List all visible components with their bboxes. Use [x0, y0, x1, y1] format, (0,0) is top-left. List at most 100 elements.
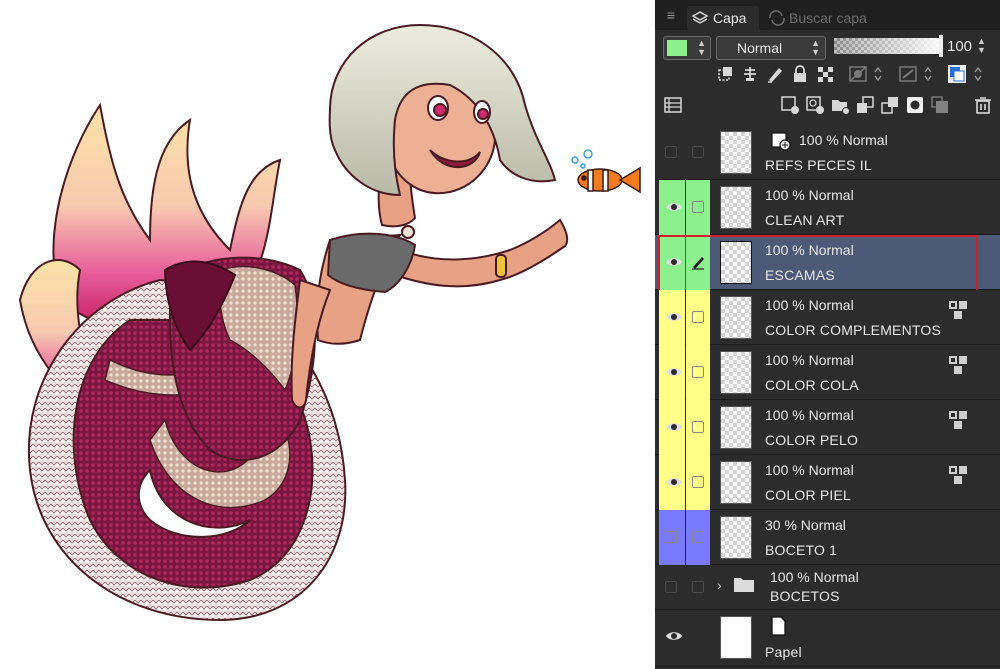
- transfer-down-icon[interactable]: [855, 95, 875, 115]
- pen-icon: [690, 254, 706, 270]
- edit-state-cell[interactable]: [686, 180, 710, 235]
- layer-color-chip: [667, 40, 687, 56]
- visibility-cell[interactable]: [659, 235, 685, 290]
- edit-checkbox[interactable]: [692, 311, 704, 323]
- eye-icon[interactable]: [665, 474, 683, 490]
- layer-row[interactable]: 30 % Normal BOCETO 1: [655, 510, 1000, 565]
- edit-checkbox[interactable]: [692, 531, 704, 543]
- edit-state-cell[interactable]: [686, 565, 710, 610]
- new-raster-layer-icon[interactable]: [780, 95, 800, 115]
- visibility-cell[interactable]: [659, 565, 685, 610]
- combine-down-icon[interactable]: [880, 95, 900, 115]
- edit-state-cell[interactable]: [686, 290, 710, 345]
- visibility-cell[interactable]: [659, 610, 685, 667]
- edit-state-cell[interactable]: [686, 610, 710, 667]
- visibility-checkbox[interactable]: [665, 146, 677, 158]
- layer-options-toolbar: [655, 64, 1000, 88]
- panel-menu-icon[interactable]: ≡: [663, 6, 679, 24]
- layer-name: COLOR PIEL: [765, 487, 852, 503]
- new-folder-icon[interactable]: [830, 95, 850, 115]
- edit-checkbox[interactable]: [692, 421, 704, 433]
- image-layer-icon: [771, 131, 791, 151]
- updown-icon[interactable]: [868, 64, 882, 84]
- updown-icon[interactable]: [918, 64, 932, 84]
- layer-row[interactable]: › 100 % Normal BOCETOS: [655, 565, 1000, 610]
- visibility-cell[interactable]: [659, 125, 685, 180]
- layer-row[interactable]: 100 % Normal COLOR COMPLEMENTOS: [655, 290, 1000, 345]
- clipping-icon: [948, 465, 968, 485]
- panel-settings-icon[interactable]: [663, 95, 683, 115]
- apply-mask-icon[interactable]: [930, 95, 950, 115]
- visibility-cell[interactable]: [659, 400, 685, 455]
- eye-icon[interactable]: [665, 254, 683, 270]
- updown-icon[interactable]: ▲ ▼: [977, 37, 986, 55]
- layer-actions-toolbar: [655, 95, 1000, 119]
- layer-blend-info: 100 % Normal: [765, 462, 854, 478]
- eye-icon[interactable]: [665, 419, 683, 435]
- ruler-enable-icon[interactable]: [898, 64, 918, 84]
- layer-row[interactable]: 100 % Normal COLOR PIEL: [655, 455, 1000, 510]
- trash-icon[interactable]: [973, 95, 993, 115]
- chevron-right-icon[interactable]: ›: [717, 577, 722, 593]
- create-mask-icon[interactable]: [905, 95, 925, 115]
- eye-icon[interactable]: [665, 364, 683, 380]
- opacity-slider[interactable]: [834, 35, 943, 57]
- lock-transparent-icon[interactable]: [815, 64, 835, 84]
- visibility-cell[interactable]: [659, 455, 685, 510]
- edit-state-cell[interactable]: [686, 125, 710, 180]
- layer-row[interactable]: Papel: [655, 610, 1000, 667]
- new-vector-layer-icon[interactable]: [805, 95, 825, 115]
- layer-row[interactable]: 100 % Normal COLOR PELO: [655, 400, 1000, 455]
- layer-row[interactable]: 100 % Normal REFS PECES IL: [655, 125, 1000, 180]
- draft-layer-icon[interactable]: [765, 64, 785, 84]
- eye-icon[interactable]: [665, 628, 683, 644]
- clipping-icon: [948, 355, 968, 375]
- opacity-value[interactable]: 100: [947, 38, 972, 56]
- visibility-cell[interactable]: [659, 510, 685, 565]
- eye-icon[interactable]: [665, 199, 683, 215]
- layer-thumbnail: [720, 131, 752, 174]
- opacity-slider-handle[interactable]: [939, 35, 943, 57]
- edit-state-cell[interactable]: [686, 235, 710, 290]
- tab-search-layer[interactable]: Buscar capa: [763, 6, 883, 30]
- lock-icon[interactable]: [790, 64, 810, 84]
- layer-name: COLOR PELO: [765, 432, 859, 448]
- layer-row[interactable]: 100 % Normal COLOR COLA: [655, 345, 1000, 400]
- layer-thumbnail: [720, 461, 752, 504]
- search-layer-icon: [769, 10, 785, 26]
- reference-layer-icon[interactable]: [740, 64, 760, 84]
- layer-color-selector[interactable]: ▲ ▼: [663, 36, 711, 60]
- layer-name: BOCETO 1: [765, 542, 838, 558]
- blend-mode-value: Normal: [737, 40, 783, 56]
- visibility-cell[interactable]: [659, 345, 685, 400]
- layer-color-icon[interactable]: [947, 64, 967, 84]
- panel-tab-bar: ≡ Capa Buscar capa: [655, 0, 1000, 30]
- edit-state-cell[interactable]: [686, 345, 710, 400]
- visibility-checkbox[interactable]: [665, 531, 677, 543]
- layer-name: Papel: [765, 644, 802, 660]
- drawing-canvas[interactable]: [0, 0, 655, 669]
- visibility-cell[interactable]: [659, 290, 685, 345]
- visibility-cell[interactable]: [659, 180, 685, 235]
- edit-checkbox[interactable]: [692, 201, 704, 213]
- edit-state-cell[interactable]: [686, 455, 710, 510]
- tab-layer[interactable]: Capa: [687, 6, 759, 30]
- layer-property-row: ▲ ▼ Normal ▲ ▼ 100 ▲ ▼: [655, 32, 1000, 62]
- updown-icon[interactable]: [968, 64, 982, 84]
- clip-lower-icon[interactable]: [715, 64, 735, 84]
- edit-checkbox[interactable]: [692, 476, 704, 488]
- clipping-icon: [948, 410, 968, 430]
- layer-row[interactable]: 100 % Normal CLEAN ART: [655, 180, 1000, 235]
- layer-name: REFS PECES IL: [765, 157, 872, 173]
- visibility-checkbox[interactable]: [665, 581, 677, 593]
- edit-state-cell[interactable]: [686, 400, 710, 455]
- blend-mode-select[interactable]: Normal ▲ ▼: [716, 36, 826, 60]
- edit-checkbox[interactable]: [692, 146, 704, 158]
- mask-enable-icon[interactable]: [848, 64, 868, 84]
- mermaid-illustration: [18, 23, 641, 622]
- edit-state-cell[interactable]: [686, 510, 710, 565]
- edit-checkbox[interactable]: [692, 366, 704, 378]
- edit-checkbox[interactable]: [692, 581, 704, 593]
- layer-row[interactable]: 100 % Normal ESCAMAS: [655, 235, 1000, 294]
- eye-icon[interactable]: [665, 309, 683, 325]
